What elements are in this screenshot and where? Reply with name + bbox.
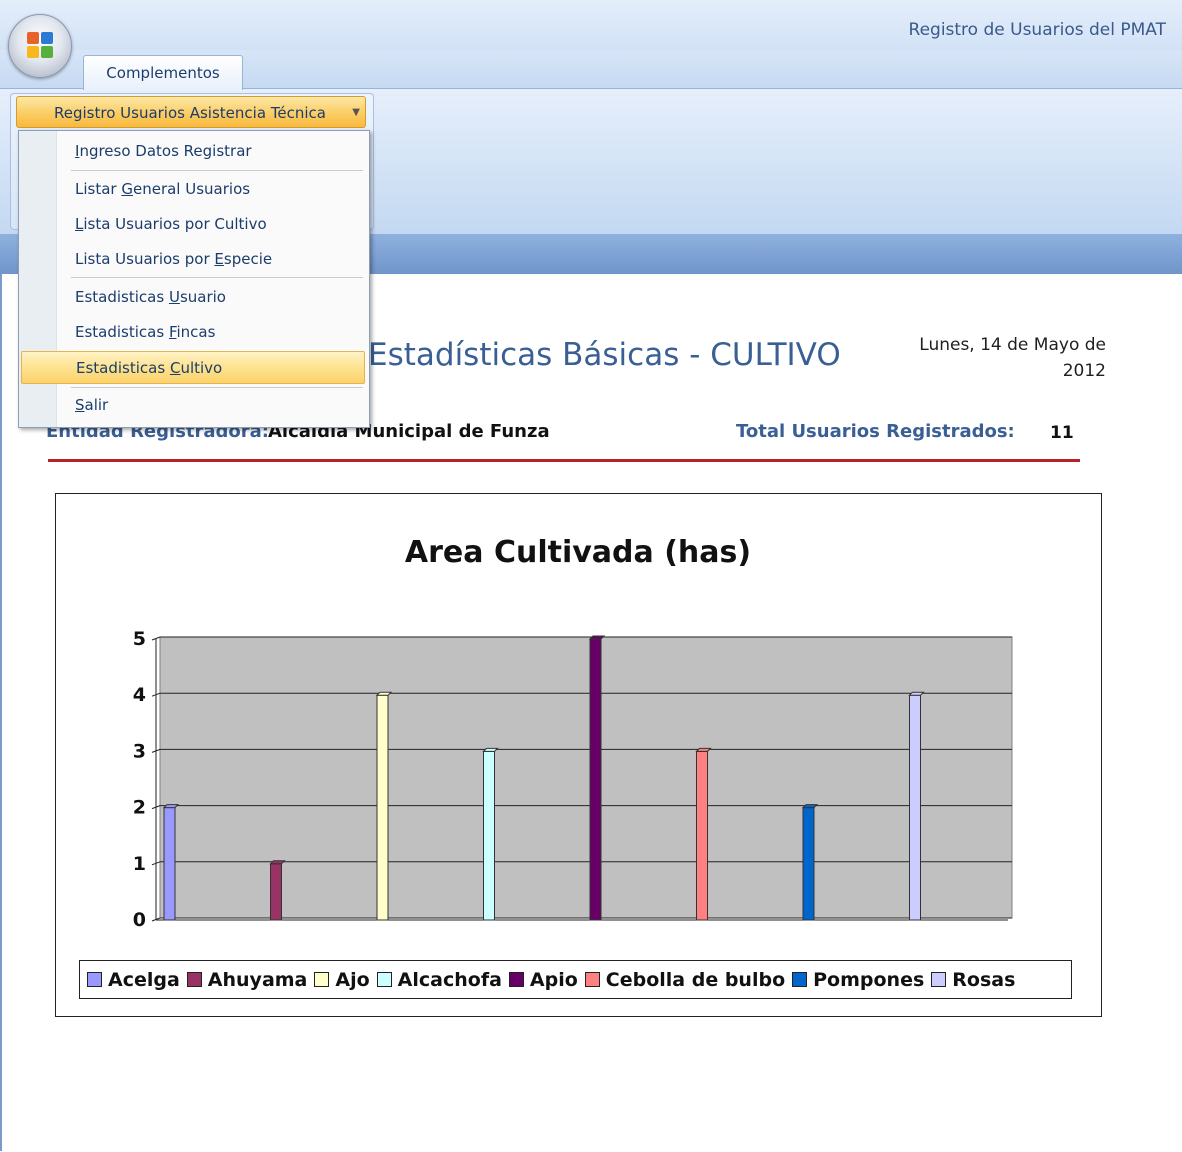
menu-item-estadisticas-fincas[interactable]: Estadisticas Fincas	[21, 316, 365, 349]
legend-swatch	[186, 972, 202, 987]
menu-item-ingreso-datos[interactable]: Ingreso Datos Registrar	[21, 135, 365, 168]
y-tick-label: 1	[133, 853, 146, 875]
legend-item: Ajo	[314, 968, 370, 991]
legend-item: Cebolla de bulbo	[584, 968, 786, 991]
legend-item: Pompones	[792, 969, 924, 991]
bar-pompones	[802, 807, 815, 921]
legend-swatch	[376, 972, 392, 987]
menu-item-estadisticas-usuario[interactable]: Estadisticas Usuario	[21, 281, 365, 314]
legend-label: Pompones	[813, 968, 925, 991]
menu-separator	[71, 277, 363, 278]
menu-item-lista-cultivo[interactable]: Lista Usuarios por Cultivo	[21, 208, 365, 241]
bar-top-pompones	[801, 804, 819, 809]
legend-label: Cebolla de bulbo	[605, 968, 786, 991]
legend-swatch	[87, 972, 102, 987]
menu-item-salir[interactable]: Salir	[21, 389, 365, 422]
legend-item: Apio	[508, 968, 578, 991]
bar-rosas	[909, 694, 921, 921]
dropdown-menu: Ingreso Datos Registrar Listar General U…	[18, 130, 370, 428]
registro-dropdown-button[interactable]: Registro Usuarios Asistencia Técnica ▼	[16, 96, 366, 128]
legend-swatch	[508, 972, 524, 987]
legend-swatch	[792, 972, 808, 987]
legend-label: Rosas	[952, 968, 1016, 991]
legend-label: Acelga	[108, 968, 180, 991]
office-logo-icon	[27, 32, 53, 58]
menu-separator	[71, 387, 363, 388]
bar-top-ajo	[375, 691, 393, 696]
legend-item: Rosas	[931, 969, 1015, 991]
office-button[interactable]	[8, 14, 72, 78]
y-tick-label: 0	[133, 909, 146, 931]
bar-top-ahuyama	[269, 860, 286, 865]
tab-complementos[interactable]: Complementos	[83, 55, 243, 90]
legend-label: Apio	[529, 968, 578, 991]
legend-label: Ajo	[335, 968, 370, 991]
legend-swatch	[931, 972, 947, 987]
menu-item-estadisticas-cultivo[interactable]: Estadisticas Cultivo	[21, 351, 365, 384]
chevron-down-icon: ▼	[352, 107, 360, 118]
chart-legend: Acelga Ahuyama Ajo Alcachofa Apio Cebolla de …	[79, 960, 1072, 999]
bar-alcachofa	[483, 750, 495, 921]
legend-item: Acelga	[87, 969, 180, 991]
bar-top-cebolla-de-bulbo	[695, 747, 712, 752]
bar-top-rosas	[908, 691, 925, 696]
bar-top-apio	[588, 635, 606, 640]
bar-cebolla-de-bulbo	[696, 750, 708, 921]
legend-swatch	[584, 972, 600, 987]
y-tick-label: 4	[133, 684, 146, 706]
y-tick-label: 3	[133, 740, 146, 762]
menu-item-listar-general[interactable]: Listar General Usuarios	[21, 173, 365, 206]
plot-area	[159, 636, 1013, 919]
legend-item: Alcachofa	[376, 968, 502, 991]
bar-top-acelga	[162, 804, 180, 809]
bar-ahuyama	[270, 863, 282, 921]
y-tick-label: 5	[133, 628, 146, 650]
bar-ajo	[376, 694, 389, 921]
y-tick-label: 2	[133, 797, 146, 819]
bar-acelga	[163, 807, 176, 921]
menu-separator	[71, 170, 363, 171]
registro-dropdown-label: Registro Usuarios Asistencia Técnica	[54, 104, 326, 122]
menu-item-lista-especie[interactable]: Lista Usuarios por Especie	[21, 243, 365, 276]
legend-label: Ahuyama	[207, 968, 308, 991]
legend-item: Ahuyama	[186, 968, 308, 991]
legend-swatch	[314, 972, 330, 987]
bar-top-alcachofa	[482, 747, 499, 752]
legend-label: Alcachofa	[397, 968, 502, 991]
bar-apio	[589, 638, 602, 921]
